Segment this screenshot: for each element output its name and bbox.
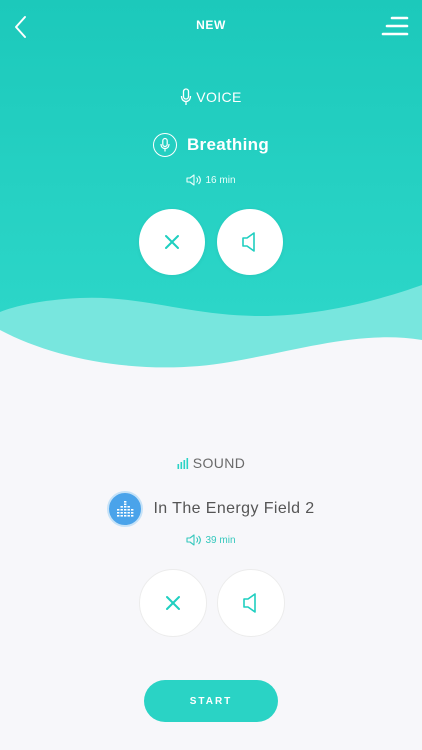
speaker-icon — [243, 593, 256, 613]
voice-track-title: Breathing — [186, 135, 270, 154]
page-title: NEW — [196, 18, 226, 32]
voice-volume-button[interactable] — [217, 209, 283, 275]
voice-heading-label: VOICE — [196, 89, 242, 105]
menu-button[interactable] — [380, 14, 412, 40]
sound-duration-text: 39 min — [205, 534, 236, 546]
close-icon — [166, 596, 180, 610]
sound-volume-button[interactable] — [217, 569, 285, 637]
sound-track[interactable]: In The Energy Field 2 — [0, 491, 422, 527]
close-icon — [165, 235, 179, 249]
microphone-icon — [181, 88, 192, 105]
sound-section-heading: SOUND — [0, 455, 422, 471]
start-button[interactable]: START — [144, 680, 278, 722]
voice-section-heading: VOICE — [0, 88, 422, 106]
speaker-icon — [242, 232, 255, 252]
microphone-circle-icon — [152, 133, 177, 157]
sound-heading-label: SOUND — [192, 455, 246, 471]
remove-voice-button[interactable] — [139, 209, 205, 275]
sound-track-title: In The Energy Field 2 — [153, 500, 315, 517]
equalizer-icon — [107, 491, 144, 527]
voice-track[interactable]: Breathing — [0, 133, 422, 157]
sound-bars-icon — [177, 458, 188, 469]
header-wave-background — [0, 0, 422, 368]
menu-icon — [381, 16, 409, 36]
speaker-icon — [186, 534, 202, 546]
voice-duration: 16 min — [0, 174, 422, 186]
sound-duration: 39 min — [0, 534, 422, 546]
voice-duration-text: 16 min — [205, 174, 236, 186]
speaker-icon — [186, 174, 202, 186]
remove-sound-button[interactable] — [139, 569, 207, 637]
